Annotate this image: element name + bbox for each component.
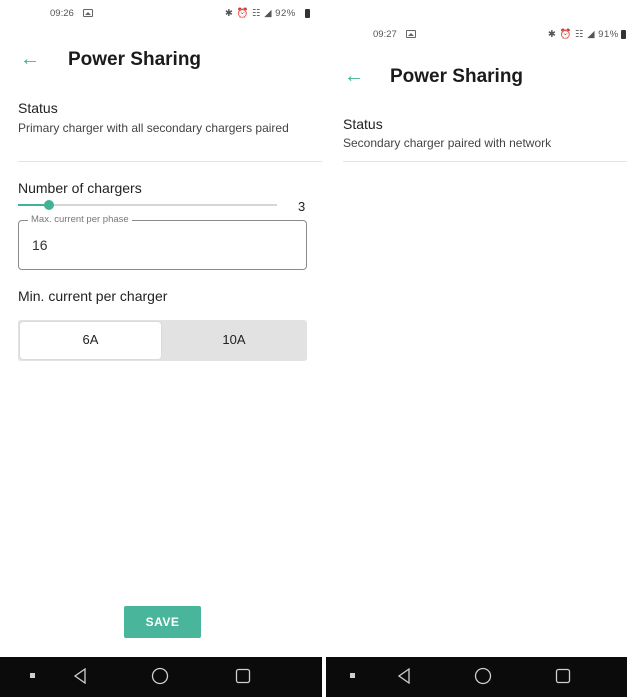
square-dot-icon	[18, 657, 48, 695]
home-circle-icon[interactable]	[145, 657, 175, 695]
screenshot-notification-icon	[83, 9, 93, 17]
status-icons: ✱ ⏰ ☷ ◢ 91%	[548, 29, 619, 40]
app-bar: ← Power Sharing	[0, 48, 322, 78]
min-current-selector: 6A 10A	[18, 320, 307, 361]
page-title: Power Sharing	[68, 49, 202, 70]
arrow-left-icon[interactable]: ←	[344, 64, 364, 88]
screenshot-notification-icon	[406, 30, 416, 38]
back-triangle-icon[interactable]	[65, 657, 95, 695]
battery-icon	[305, 9, 310, 18]
status-label: Status	[343, 116, 383, 132]
navigation-bar	[326, 657, 627, 697]
max-current-legend: Max. current per phase	[28, 214, 132, 225]
status-icons: ✱ ⏰ ☷ ◢ 92%	[225, 8, 296, 19]
recents-square-icon[interactable]	[228, 657, 258, 695]
min-current-label: Min. current per charger	[18, 288, 168, 304]
page-title: Power Sharing	[390, 66, 524, 87]
divider	[18, 161, 322, 162]
right-screen: 09:27 ✱ ⏰ ☷ ◢ 91% ← Power Sharing Status…	[326, 0, 627, 697]
left-screen: 09:26 ✱ ⏰ ☷ ◢ 92% ← Power Sharing Status…	[0, 0, 322, 697]
divider	[343, 161, 627, 162]
max-current-field[interactable]	[18, 220, 307, 270]
option-6a-button[interactable]: 6A	[20, 322, 161, 359]
home-circle-icon[interactable]	[468, 657, 498, 695]
battery-icon	[621, 30, 626, 39]
option-10a-button[interactable]: 10A	[163, 322, 305, 359]
back-triangle-icon[interactable]	[389, 657, 419, 695]
chargers-label: Number of chargers	[18, 180, 142, 196]
navigation-bar	[0, 657, 322, 697]
chargers-slider-thumb[interactable]	[44, 200, 54, 210]
status-time: 09:27	[373, 29, 397, 40]
status-value: Secondary charger paired with network	[343, 136, 552, 150]
app-bar: ← Power Sharing	[326, 64, 627, 94]
max-current-value: 16	[32, 237, 48, 253]
status-value: Primary charger with all secondary charg…	[18, 121, 289, 135]
status-label: Status	[18, 100, 58, 116]
recents-square-icon[interactable]	[548, 657, 578, 695]
chargers-slider-track[interactable]	[18, 204, 277, 206]
save-button[interactable]: SAVE	[124, 606, 201, 638]
status-time: 09:26	[50, 8, 74, 19]
status-bar: 09:26 ✱ ⏰ ☷ ◢ 92%	[0, 8, 322, 32]
status-bar: 09:27 ✱ ⏰ ☷ ◢ 91%	[326, 29, 627, 53]
square-dot-icon	[338, 657, 368, 695]
chargers-count: 3	[298, 199, 306, 214]
arrow-left-icon[interactable]: ←	[20, 47, 40, 71]
